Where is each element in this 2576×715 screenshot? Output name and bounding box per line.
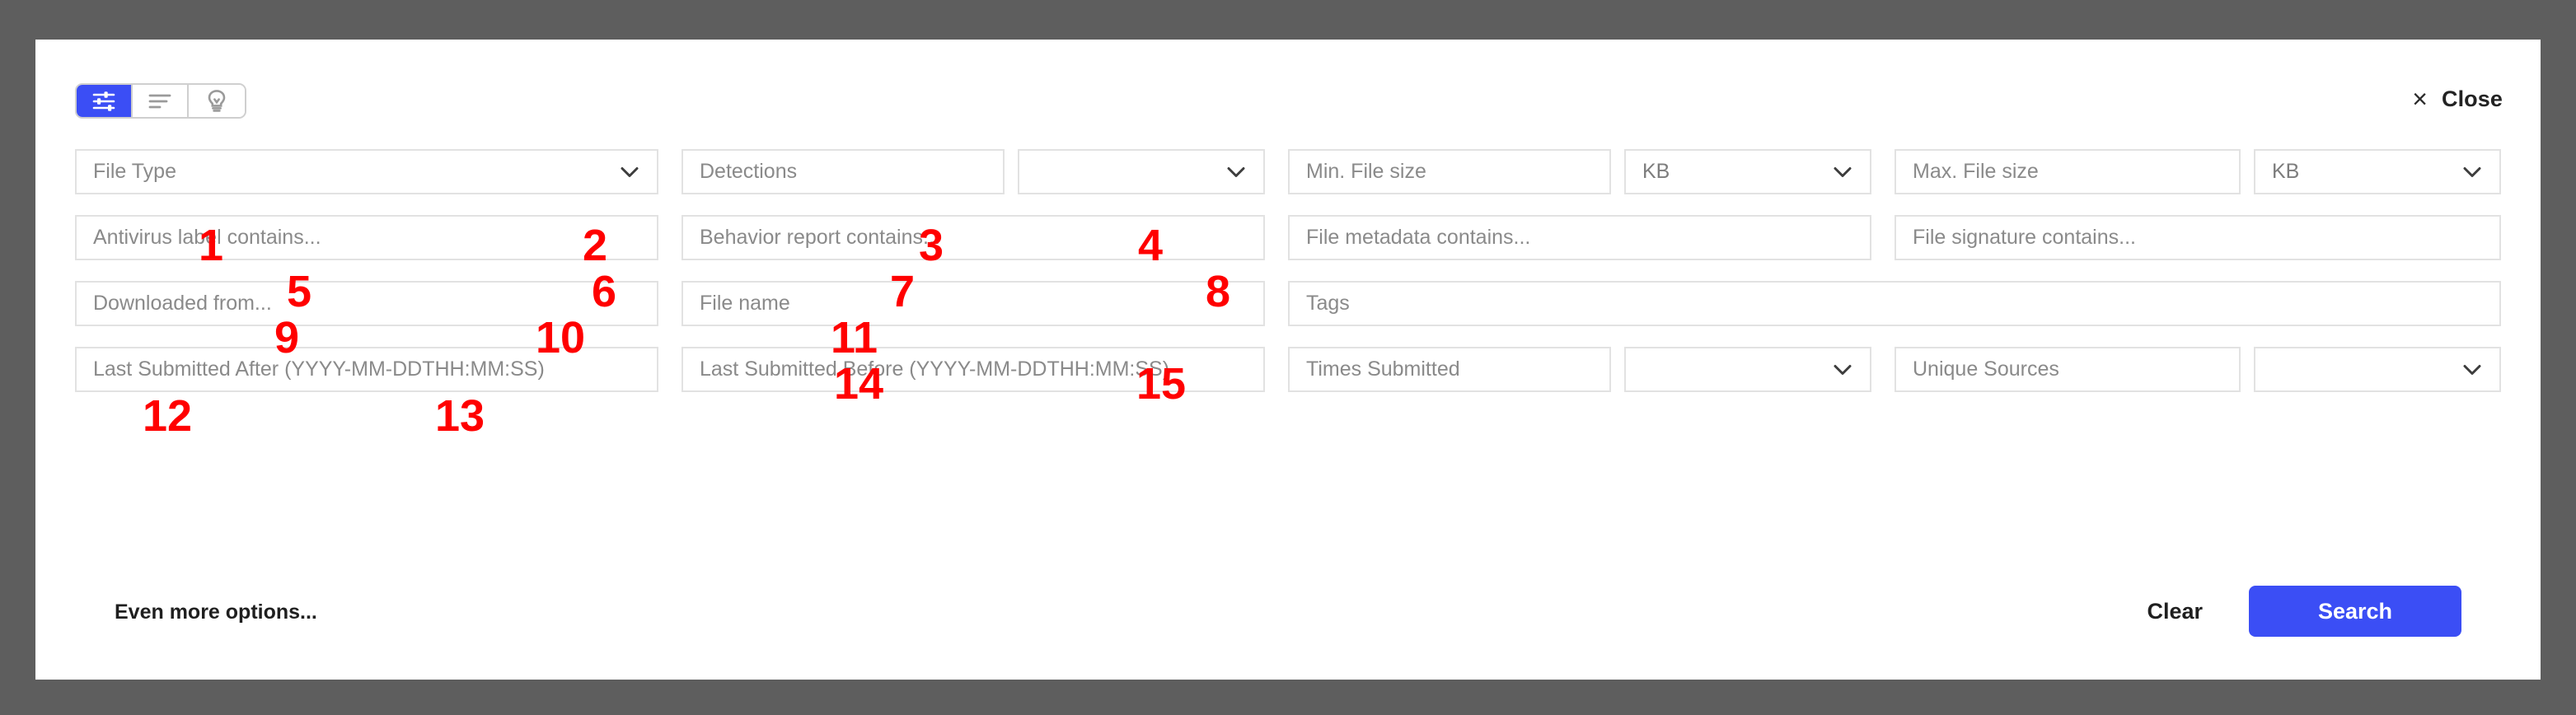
file-name-group: File name — [681, 281, 1288, 326]
max-file-size-input[interactable]: Max. File size — [1895, 149, 2241, 194]
chevron-down-icon — [2463, 166, 2481, 177]
footer-actions: Clear Search — [2133, 586, 2461, 637]
antivirus-label-placeholder: Antivirus label contains... — [93, 226, 321, 249]
file-type-select[interactable]: File Type — [75, 149, 658, 194]
behavior-report-placeholder: Behavior report contains... — [700, 226, 940, 249]
last-submitted-before-input[interactable]: Last Submitted Before (YYYY-MM-DDTHH:MM:… — [681, 347, 1265, 392]
close-button[interactable]: × Close — [2412, 85, 2503, 113]
last-submitted-after-group: Last Submitted After (YYYY-MM-DDTHH:MM:S… — [75, 347, 681, 392]
max-file-size-placeholder: Max. File size — [1913, 160, 2039, 183]
lightbulb-icon — [208, 89, 226, 112]
form-row-1: File Type Detections Min. File size KB M… — [75, 149, 2501, 194]
min-file-size-input[interactable]: Min. File size — [1288, 149, 1611, 194]
detections-placeholder: Detections — [700, 160, 798, 183]
times-submitted-group: Times Submitted — [1288, 347, 1895, 392]
file-metadata-placeholder: File metadata contains... — [1306, 226, 1531, 249]
last-submitted-before-group: Last Submitted Before (YYYY-MM-DDTHH:MM:… — [681, 347, 1288, 392]
file-name-input[interactable]: File name — [681, 281, 1265, 326]
form-footer: Even more options... Clear Search — [115, 586, 2461, 643]
list-icon — [148, 94, 171, 108]
file-metadata-group: File metadata contains... — [1288, 215, 1895, 260]
tags-group: Tags — [1288, 281, 2501, 326]
detections-group: Detections — [681, 149, 1288, 194]
close-icon: × — [2412, 84, 2428, 114]
times-submitted-input[interactable]: Times Submitted — [1288, 347, 1611, 392]
file-signature-input[interactable]: File signature contains... — [1895, 215, 2501, 260]
min-file-size-unit-value: KB — [1642, 160, 1670, 183]
unique-sources-placeholder: Unique Sources — [1913, 358, 2059, 381]
min-file-size-unit-select[interactable]: KB — [1624, 149, 1871, 194]
lightbulb-button[interactable] — [189, 85, 245, 117]
form-row-3: Downloaded from... File name Tags — [75, 281, 2501, 326]
unique-sources-input[interactable]: Unique Sources — [1895, 347, 2241, 392]
downloaded-from-group: Downloaded from... — [75, 281, 681, 326]
clear-button[interactable]: Clear — [2133, 591, 2216, 633]
advanced-search-panel: × Close File Type Detections Min. File s… — [35, 40, 2541, 680]
unique-sources-select[interactable] — [2254, 347, 2501, 392]
sliders-icon — [92, 91, 115, 111]
chevron-down-icon — [1834, 364, 1852, 375]
file-signature-placeholder: File signature contains... — [1913, 226, 2136, 249]
behavior-report-group: Behavior report contains... — [681, 215, 1288, 260]
file-metadata-input[interactable]: File metadata contains... — [1288, 215, 1871, 260]
screen-root: × Close File Type Detections Min. File s… — [0, 0, 2576, 715]
antivirus-label-group: Antivirus label contains... — [75, 215, 681, 260]
file-type-placeholder: File Type — [93, 160, 176, 183]
chevron-down-icon — [1834, 166, 1852, 177]
behavior-report-input[interactable]: Behavior report contains... — [681, 215, 1265, 260]
detections-input[interactable]: Detections — [681, 149, 1005, 194]
chevron-down-icon — [2463, 364, 2481, 375]
close-label: Close — [2441, 86, 2503, 111]
advanced-search-form: File Type Detections Min. File size KB M… — [75, 149, 2501, 637]
antivirus-label-input[interactable]: Antivirus label contains... — [75, 215, 658, 260]
max-file-size-unit-select[interactable]: KB — [2254, 149, 2501, 194]
tags-placeholder: Tags — [1306, 292, 1350, 315]
file-signature-group: File signature contains... — [1895, 215, 2501, 260]
view-mode-segmented-control[interactable] — [75, 83, 246, 119]
search-button[interactable]: Search — [2249, 586, 2461, 637]
downloaded-from-placeholder: Downloaded from... — [93, 292, 272, 315]
min-file-size-group: Min. File size KB — [1288, 149, 1895, 194]
detections-select[interactable] — [1018, 149, 1265, 194]
times-submitted-select[interactable] — [1624, 347, 1871, 392]
form-row-4: Last Submitted After (YYYY-MM-DDTHH:MM:S… — [75, 347, 2501, 392]
last-submitted-before-placeholder: Last Submitted Before (YYYY-MM-DDTHH:MM:… — [700, 358, 1170, 381]
file-name-placeholder: File name — [700, 292, 790, 315]
list-button[interactable] — [133, 85, 189, 117]
file-type-group: File Type — [75, 149, 681, 194]
last-submitted-after-placeholder: Last Submitted After (YYYY-MM-DDTHH:MM:S… — [93, 358, 545, 381]
chevron-down-icon — [1227, 166, 1245, 177]
panel-top-bar: × Close — [35, 40, 2541, 119]
chevron-down-icon — [621, 166, 639, 177]
form-row-2: Antivirus label contains... Behavior rep… — [75, 215, 2501, 260]
downloaded-from-input[interactable]: Downloaded from... — [75, 281, 658, 326]
even-more-options-link[interactable]: Even more options... — [115, 601, 317, 624]
tags-input[interactable]: Tags — [1288, 281, 2501, 326]
max-file-size-group: Max. File size KB — [1895, 149, 2501, 194]
max-file-size-unit-value: KB — [2272, 160, 2300, 183]
times-submitted-placeholder: Times Submitted — [1306, 358, 1460, 381]
sliders-button[interactable] — [77, 85, 133, 117]
last-submitted-after-input[interactable]: Last Submitted After (YYYY-MM-DDTHH:MM:S… — [75, 347, 658, 392]
unique-sources-group: Unique Sources — [1895, 347, 2501, 392]
min-file-size-placeholder: Min. File size — [1306, 160, 1426, 183]
